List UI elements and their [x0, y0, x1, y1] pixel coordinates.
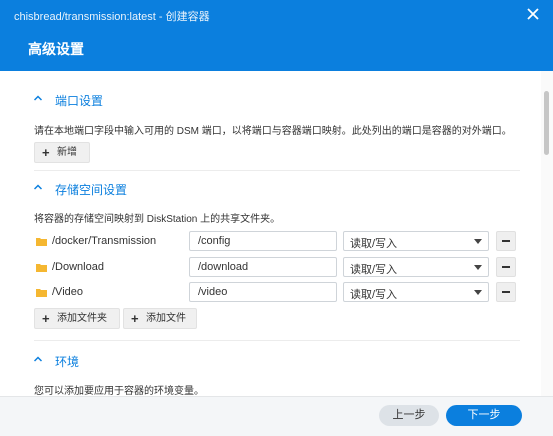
folder-icon [36, 289, 47, 297]
chevron-up-icon [34, 356, 42, 362]
plus-icon: + [42, 311, 50, 326]
volume-row: /docker/Transmission 读取/写入 [34, 231, 520, 253]
mount-path-input[interactable] [189, 257, 337, 277]
close-icon [527, 8, 539, 20]
close-button[interactable] [523, 4, 543, 24]
port-settings-description: 请在本地端口字段中输入可用的 DSM 端口，以将端口与容器端口映射。此处列出的端… [34, 126, 512, 137]
back-button[interactable]: 上一步 [379, 405, 439, 426]
dialog-title: 高级设置 [28, 41, 84, 57]
volume-row: /Video 读取/写入 [34, 282, 520, 304]
permission-select[interactable]: 读取/写入 [343, 257, 489, 277]
window-title: chisbread/transmission:latest - 创建容器 [14, 11, 210, 23]
permission-value: 读取/写入 [350, 238, 398, 250]
add-port-label: 新增 [57, 147, 77, 158]
add-folder-label: 添加文件夹 [57, 313, 107, 324]
remove-volume-button[interactable] [496, 257, 516, 277]
mount-path-input[interactable] [189, 231, 337, 251]
remove-volume-button[interactable] [496, 282, 516, 302]
chevron-up-icon [34, 184, 42, 190]
scrollbar-thumb[interactable] [544, 91, 549, 155]
divider [34, 170, 520, 171]
permission-select[interactable]: 读取/写入 [343, 282, 489, 302]
divider [34, 340, 520, 341]
remove-volume-button[interactable] [496, 231, 516, 251]
volume-folder-path: /docker/Transmission [52, 235, 157, 247]
environment-header[interactable]: 环境 [34, 353, 234, 369]
dropdown-caret-icon [474, 265, 482, 270]
port-settings-title: 端口设置 [55, 94, 104, 108]
plus-icon: + [42, 145, 50, 160]
volume-folder-path: /Video [52, 286, 83, 298]
environment-title: 环境 [55, 355, 80, 369]
permission-value: 读取/写入 [350, 264, 398, 276]
settings-content[interactable]: 端口设置 请在本地端口字段中输入可用的 DSM 端口，以将端口与容器端口映射。此… [0, 71, 541, 396]
environment-description: 您可以添加要应用于容器的环境变量。 [34, 386, 204, 396]
minus-icon [502, 291, 510, 293]
permission-select[interactable]: 读取/写入 [343, 231, 489, 251]
scrollbar[interactable] [541, 71, 553, 396]
volume-folder-path: /Download [52, 261, 104, 273]
mount-path-input[interactable] [189, 282, 337, 302]
next-button[interactable]: 下一步 [446, 405, 522, 426]
folder-icon [36, 264, 47, 272]
add-file-button[interactable]: + 添加文件 [123, 308, 197, 329]
plus-icon: + [131, 311, 139, 326]
title-bar: chisbread/transmission:latest - 创建容器 高级设… [0, 0, 553, 71]
chevron-up-icon [34, 95, 42, 101]
volume-row: /Download 读取/写入 [34, 257, 520, 279]
storage-settings-header[interactable]: 存储空间设置 [34, 181, 234, 197]
storage-settings-description: 将容器的存储空间映射到 DiskStation 上的共享文件夹。 [34, 214, 281, 225]
add-folder-button[interactable]: + 添加文件夹 [34, 308, 120, 329]
dropdown-caret-icon [474, 239, 482, 244]
dialog-footer: 上一步 下一步 [0, 396, 553, 436]
permission-value: 读取/写入 [350, 289, 398, 301]
storage-settings-title: 存储空间设置 [55, 183, 128, 197]
folder-icon [36, 238, 47, 246]
minus-icon [502, 266, 510, 268]
add-port-button[interactable]: + 新增 [34, 142, 90, 163]
minus-icon [502, 240, 510, 242]
add-file-label: 添加文件 [146, 313, 186, 324]
dropdown-caret-icon [474, 290, 482, 295]
port-settings-header[interactable]: 端口设置 [34, 92, 234, 108]
